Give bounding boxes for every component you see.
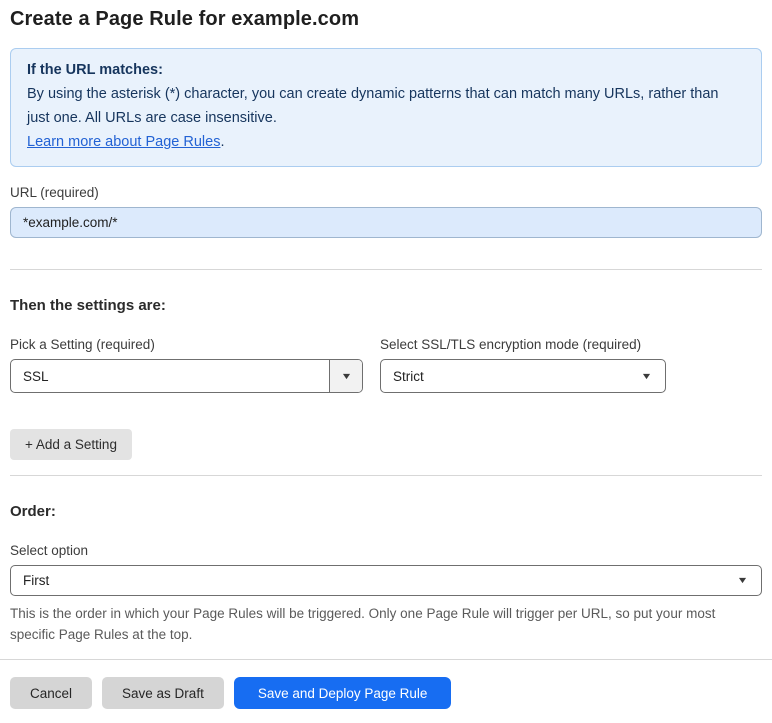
cancel-button[interactable]: Cancel bbox=[10, 677, 93, 709]
url-input[interactable] bbox=[10, 207, 762, 238]
ssl-mode-dropdown[interactable]: Strict ▼ bbox=[380, 359, 666, 393]
ssl-mode-label: Select SSL/TLS encryption mode (required… bbox=[380, 337, 642, 352]
ssl-mode-column: Select SSL/TLS encryption mode (required… bbox=[380, 337, 666, 393]
settings-section-heading: Then the settings are: bbox=[10, 297, 166, 314]
section-divider bbox=[10, 475, 762, 476]
save-and-deploy-button[interactable]: Save and Deploy Page Rule bbox=[233, 677, 452, 709]
setting-picker-column: Pick a Setting (required) SSL ▼ bbox=[10, 337, 363, 393]
chevron-down-icon: ▼ bbox=[736, 575, 749, 585]
footer-actions: Cancel Save as Draft Save and Deploy Pag… bbox=[10, 677, 762, 709]
setting-picker-dropdown[interactable]: SSL ▼ bbox=[10, 359, 363, 393]
section-divider bbox=[10, 269, 762, 270]
url-field-label: URL (required) bbox=[10, 185, 99, 200]
order-value: First bbox=[23, 573, 50, 588]
add-setting-button[interactable]: + Add a Setting bbox=[10, 429, 132, 460]
page-title: Create a Page Rule for example.com bbox=[10, 8, 360, 30]
order-dropdown[interactable]: First ▼ bbox=[10, 565, 762, 596]
info-box-body: By using the asterisk (*) character, you… bbox=[27, 82, 745, 154]
setting-picker-value: SSL bbox=[23, 368, 49, 384]
footer-divider bbox=[0, 659, 772, 660]
setting-picker-arrow-button[interactable]: ▼ bbox=[329, 360, 362, 392]
chevron-down-icon: ▼ bbox=[339, 370, 353, 381]
info-box-body-text: By using the asterisk (*) character, you… bbox=[27, 86, 719, 126]
url-match-info-box: If the URL matches: By using the asteris… bbox=[10, 48, 762, 167]
chevron-down-icon: ▼ bbox=[640, 370, 653, 381]
order-section-heading: Order: bbox=[10, 503, 56, 520]
info-box-heading: If the URL matches: bbox=[27, 62, 163, 78]
learn-more-link[interactable]: Learn more about Page Rules bbox=[27, 134, 220, 150]
settings-row: Pick a Setting (required) SSL ▼ Select S… bbox=[10, 337, 762, 393]
order-help-text: This is the order in which your Page Rul… bbox=[10, 606, 716, 642]
link-period: . bbox=[220, 134, 225, 150]
save-as-draft-button[interactable]: Save as Draft bbox=[102, 677, 224, 709]
order-select-label: Select option bbox=[10, 543, 89, 558]
create-page-rule-form: Create a Page Rule for example.com If th… bbox=[0, 0, 772, 723]
setting-picker-label: Pick a Setting (required) bbox=[10, 337, 155, 352]
ssl-mode-value: Strict bbox=[393, 368, 424, 384]
